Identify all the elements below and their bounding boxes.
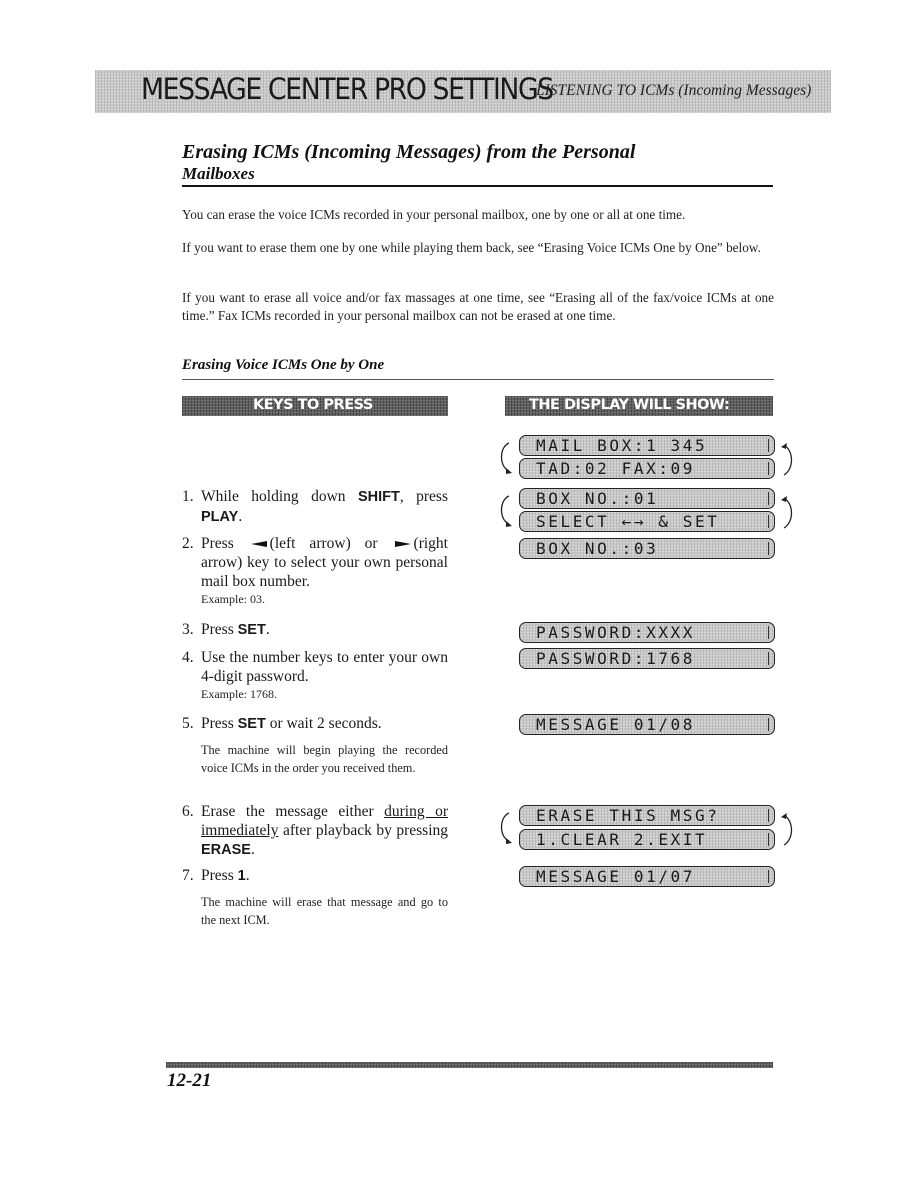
left-arrow-icon — [250, 541, 267, 548]
key-play: PLAY — [201, 509, 239, 525]
page-number: 12-21 — [167, 1070, 212, 1091]
alternate-right-arrow-icon — [781, 813, 793, 846]
key-1: 1 — [237, 868, 246, 884]
step-3: 3. Press SET. — [182, 621, 270, 638]
step-5: 5. Press SET or wait 2 seconds. The mach… — [182, 714, 448, 777]
step-description: The machine will erase that message and … — [201, 895, 448, 927]
key-set: SET — [237, 622, 266, 638]
section-divider — [182, 185, 773, 187]
intro-paragraph: You can erase the voice ICMs recorded in… — [182, 207, 686, 222]
display-will-show-label: THE DISPLAY WILL SHOW: — [529, 397, 730, 413]
subsection-divider — [182, 379, 774, 380]
intro-paragraph: If you want to erase all voice and/or fa… — [182, 290, 774, 323]
lcd-display: TAD:02 FAX:09 — [519, 458, 775, 479]
lcd-display: MESSAGE 01/07 — [519, 866, 775, 887]
example-note: Example: 03. — [201, 592, 265, 606]
lcd-display: ERASE THIS MSG? — [519, 805, 775, 826]
right-arrow-icon — [394, 541, 411, 548]
subsection-title: Erasing Voice ICMs One by One — [182, 357, 385, 373]
lcd-display: MAIL BOX:1 345 — [519, 435, 775, 456]
key-erase: ERASE — [201, 842, 251, 858]
keys-to-press-label: KEYS TO PRESS — [253, 397, 373, 413]
lcd-display: 1.CLEAR 2.EXIT — [519, 829, 775, 850]
section-title: Erasing ICMs (Incoming Messages) from th… — [182, 141, 636, 163]
alternate-left-arrow-icon — [500, 495, 512, 527]
lcd-display: PASSWORD:XXXX — [519, 622, 775, 643]
lcd-display: MESSAGE 01/08 — [519, 714, 775, 735]
key-set: SET — [237, 716, 266, 732]
step-7: 7. Press 1. The machine will erase that … — [182, 866, 448, 929]
step-6: 6. Erase the message either during or im… — [182, 803, 448, 858]
alternate-left-arrow-icon — [500, 442, 512, 474]
section-title-continued: Mailboxes — [182, 164, 255, 183]
step-description: The machine will begin playing the recor… — [201, 743, 448, 775]
alternate-right-arrow-icon — [781, 443, 793, 476]
lcd-display: BOX NO.:03 — [519, 538, 775, 559]
keys-to-press-header: KEYS TO PRESS — [182, 396, 448, 416]
key-shift: SHIFT — [357, 489, 400, 505]
chapter-title: MESSAGE CENTER PRO SETTINGS — [141, 72, 554, 106]
footer-divider — [166, 1062, 773, 1068]
intro-paragraph: If you want to erase them one by one whi… — [182, 240, 761, 255]
display-will-show-header: THE DISPLAY WILL SHOW: — [505, 396, 773, 416]
chapter-subtitle: LISTENING TO ICMs (Incoming Messages) — [536, 82, 812, 99]
lcd-display: PASSWORD:1768 — [519, 648, 775, 669]
example-note: Example: 1768. — [201, 687, 277, 701]
step-2: 2. Press (left arrow) or (right arrow) k… — [182, 535, 448, 606]
lcd-display: BOX NO.:01 — [519, 488, 775, 509]
lcd-display: SELECT ←→ & SET — [519, 511, 775, 532]
step-4: 4. Use the number keys to enter your own… — [182, 649, 448, 701]
alternate-right-arrow-icon — [781, 496, 793, 529]
alternate-left-arrow-icon — [500, 812, 512, 844]
chapter-header: MESSAGE CENTER PRO SETTINGS LISTENING TO… — [95, 70, 831, 113]
step-1: 1. While holding down SHIFT, press PLAY. — [182, 488, 448, 525]
